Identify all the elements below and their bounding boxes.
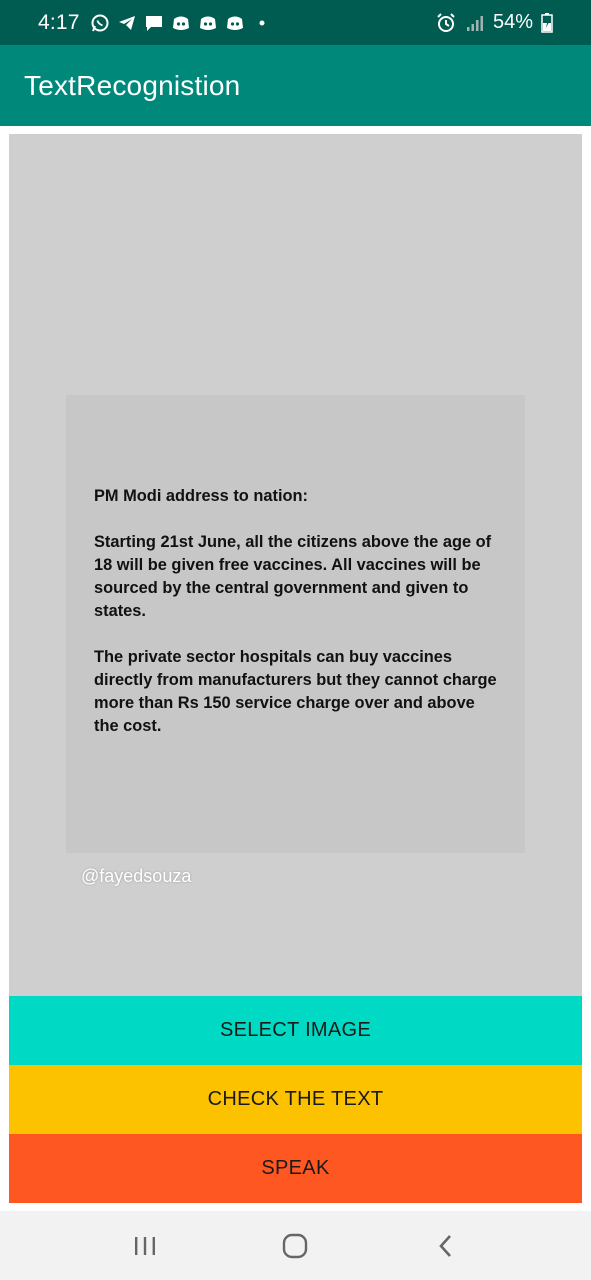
recent-apps-icon[interactable] [115,1221,175,1271]
signal-icon [465,13,485,33]
app-title: TextRecognistion [24,69,241,101]
image-preview: PM Modi address to nation: Starting 21st… [9,134,582,996]
status-time: 4:17 [38,10,80,34]
status-right: 54% [435,11,553,34]
photo-paragraph-1: Starting 21st June, all the citizens abo… [94,533,492,620]
discord-icon [171,12,192,33]
speak-button[interactable]: SPEAK [9,1134,582,1203]
status-left: 4:17 [38,11,273,35]
alarm-icon [435,12,457,34]
status-bar: 4:17 54% [0,0,591,45]
navigation-bar [0,1211,591,1280]
photo-text-card: PM Modi address to nation: Starting 21st… [66,395,525,853]
check-text-button[interactable]: CHECK THE TEXT [9,1065,582,1134]
photo-watermark: @fayedsouza [81,866,192,886]
select-image-button[interactable]: SELECT IMAGE [9,996,582,1065]
telegram-icon [117,12,138,33]
battery-level: 54% [492,11,533,33]
discord-icon [198,12,219,33]
battery-icon [541,12,553,33]
home-icon[interactable] [265,1221,325,1271]
discord-icon [225,12,246,33]
message-icon [144,12,165,33]
notification-icons [90,12,273,33]
dot-icon [252,12,273,33]
whatsapp-icon [90,12,111,33]
photo-heading: PM Modi address to nation: [94,487,308,505]
photo-paragraph-2: The private sector hospitals can buy vac… [94,648,497,735]
back-icon[interactable] [416,1221,476,1271]
app-bar: TextRecognistion [0,45,591,126]
